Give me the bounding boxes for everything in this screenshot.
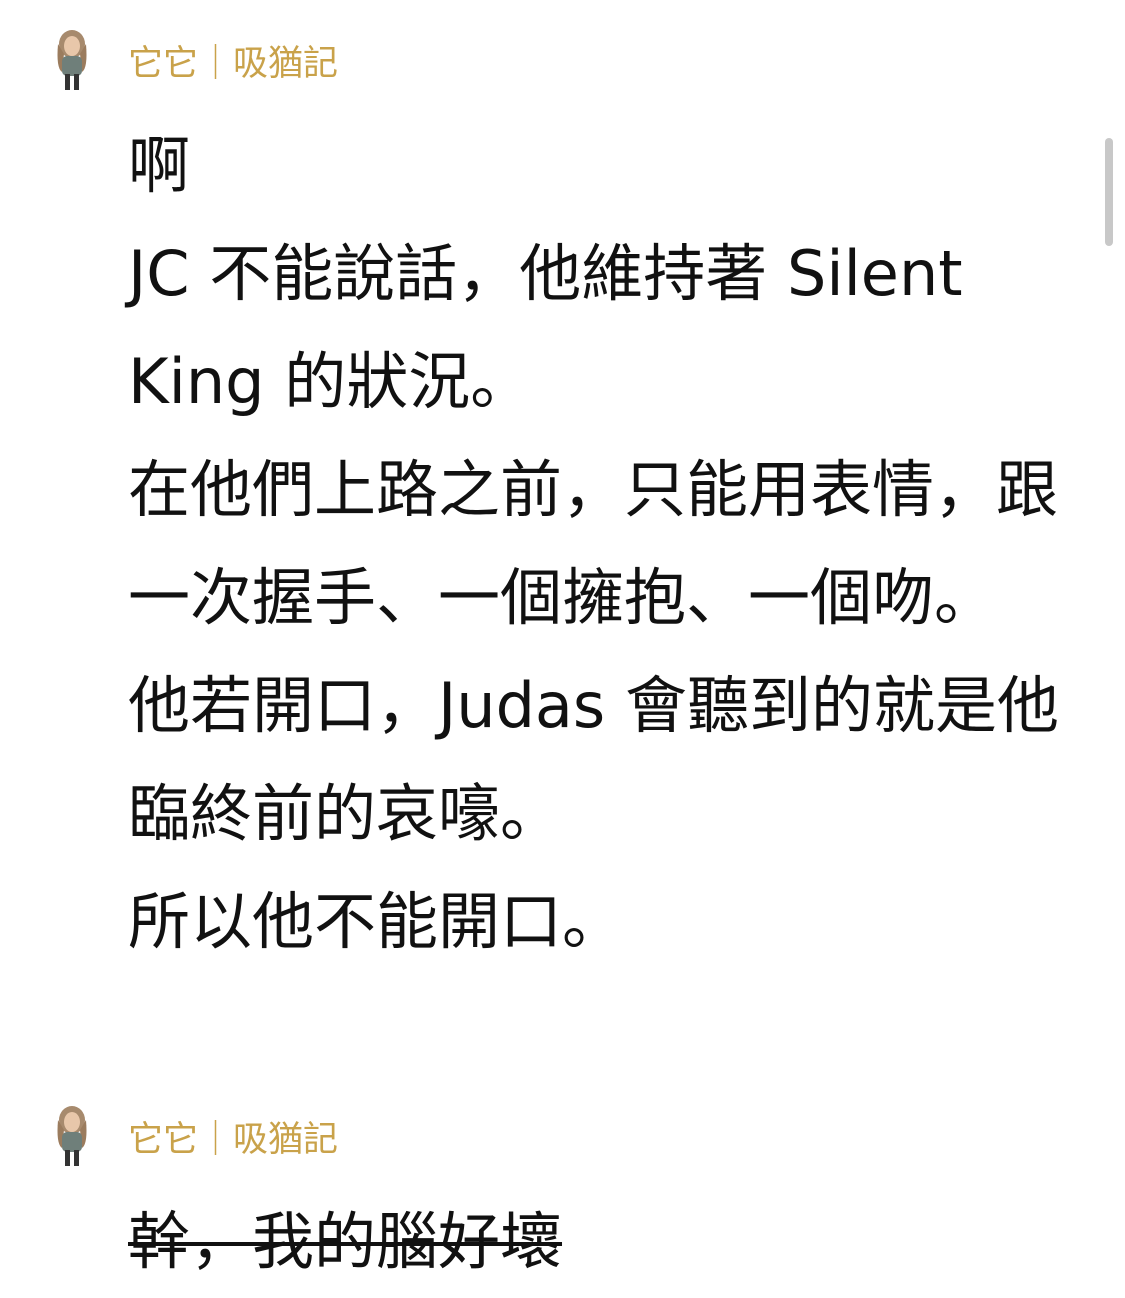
- message-text: 幹，我的腦好壞: [128, 1205, 563, 1278]
- avatar[interactable]: [48, 1104, 96, 1170]
- person-avatar-icon: [57, 1106, 87, 1166]
- author-name[interactable]: 它它｜吸猶記: [128, 1118, 338, 1162]
- scrollbar[interactable]: [1105, 138, 1113, 246]
- message-text: 啊 JC 不能說話，他維持著 Silent King 的狀況。 在他們上路之前，…: [128, 129, 1059, 958]
- author-name[interactable]: 它它｜吸猶記: [128, 42, 338, 86]
- avatar[interactable]: [48, 28, 96, 94]
- person-avatar-icon: [57, 30, 87, 90]
